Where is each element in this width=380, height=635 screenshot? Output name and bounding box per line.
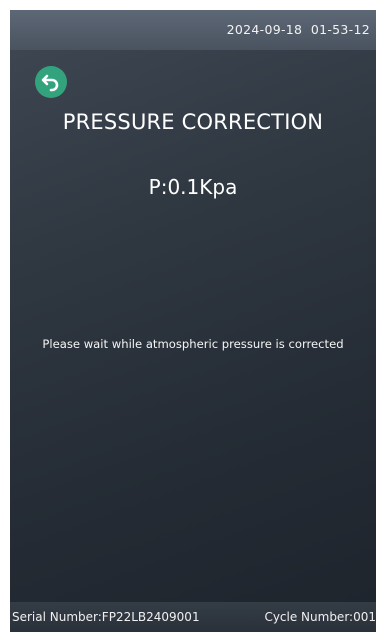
wait-message: Please wait while atmospheric pressure i… [42, 337, 344, 351]
cycle-number: Cycle Number:001 [264, 610, 376, 624]
footer-bar: Serial Number:FP22LB2409001 Cycle Number… [10, 602, 376, 632]
page-title: PRESSURE CORRECTION [62, 110, 324, 134]
time-label: 01-53-12 [310, 22, 370, 37]
back-button[interactable] [35, 66, 67, 98]
datetime-display: 2024-09-18 01-53-12 [227, 22, 370, 37]
device-screen: 2024-09-18 01-53-12 PRESSURE CORRECTION … [10, 10, 376, 632]
pressure-readout: P:0.1Kpa [148, 175, 238, 199]
serial-number: Serial Number:FP22LB2409001 [12, 610, 200, 624]
status-bar: 2024-09-18 01-53-12 [10, 10, 376, 50]
undo-arrow-icon [41, 74, 59, 92]
date-label: 2024-09-18 [226, 22, 303, 37]
